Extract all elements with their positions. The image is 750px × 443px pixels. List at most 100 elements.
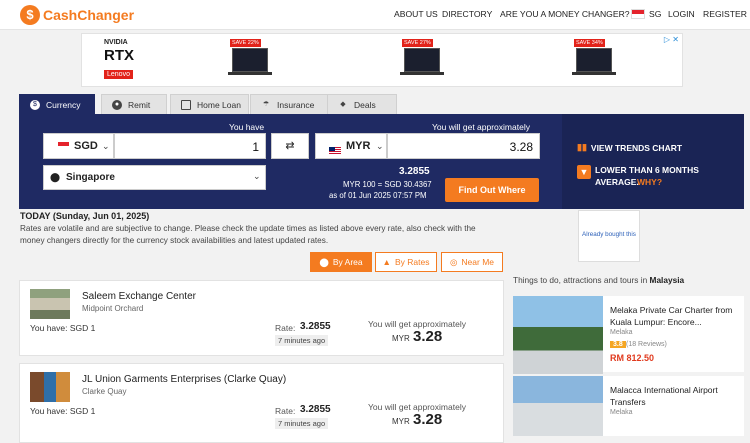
get-amount: 3.28 xyxy=(413,411,443,428)
nav-login[interactable]: LOGIN xyxy=(668,9,695,19)
tab-label: Remit xyxy=(128,99,151,110)
sort-label: Near Me xyxy=(461,257,494,267)
to-amount-value: 3.28 xyxy=(509,140,533,154)
tour-card[interactable]: Melaka Private Car Charter from Kuala Lu… xyxy=(513,296,744,374)
thumbs-down-icon: ▼ xyxy=(577,165,591,179)
tab-label: Insurance xyxy=(277,99,315,110)
singapore-flag-icon[interactable] xyxy=(631,9,645,19)
tab-label: Currency xyxy=(46,99,81,110)
location-pin-icon: ⬤ xyxy=(50,172,61,182)
tour-location: Melaka xyxy=(610,329,633,336)
chevron-down-icon: ⌄ xyxy=(253,171,261,181)
thumbs-up-icon: ▲ xyxy=(382,257,391,267)
why-link[interactable]: WHY? xyxy=(637,177,662,187)
rates-disclaimer: Rates are volatile and are subjective to… xyxy=(20,224,476,245)
chevron-down-icon: ⌄ xyxy=(376,141,384,151)
changer-name[interactable]: JL Union Garments Enterprises (Clarke Qu… xyxy=(82,374,286,385)
tab-currency[interactable]: $ Currency xyxy=(19,94,95,114)
rate-date: as of 01 Jun 2025 07:57 PM xyxy=(329,191,427,200)
ad-rtx-label: RTX xyxy=(104,47,134,64)
find-out-where-button[interactable]: Find Out Where xyxy=(445,178,539,202)
sort-near-me-button[interactable]: ◎ Near Me xyxy=(441,252,503,272)
changer-location: Midpoint Orchard xyxy=(82,304,144,313)
tour-title[interactable]: Melaka Private Car Charter from Kuala Lu… xyxy=(610,304,738,328)
tab-remit[interactable]: ● Remit xyxy=(101,94,167,114)
tab-home-loan[interactable]: Home Loan xyxy=(170,94,249,114)
exchange-rate: 3.2855 xyxy=(399,166,430,177)
logo-text: CashChanger xyxy=(43,7,135,23)
to-currency-code: MYR xyxy=(346,140,371,152)
nav-country-sg[interactable]: SG xyxy=(649,9,661,19)
shop-photo xyxy=(30,372,70,402)
ad-lenovo-logo: Lenovo xyxy=(104,70,133,79)
rate-detail: MYR 100 = SGD 30.4367 xyxy=(343,180,432,189)
things-prefix: Things to do, attractions and tours in xyxy=(513,275,648,285)
you-get-label: You will get approximately xyxy=(432,122,530,132)
tour-title[interactable]: Malacca International Airport Transfers xyxy=(610,384,738,408)
from-amount-value: 1 xyxy=(252,140,259,154)
view-trends-label: VIEW TRENDS CHART xyxy=(590,142,683,153)
tour-price: RM 812.50 xyxy=(610,353,655,363)
already-bought-link[interactable]: Already bought this xyxy=(582,231,636,238)
things-place: Malaysia xyxy=(649,275,685,285)
lower-than-average-text: LOWER THAN 6 MONTHS xyxy=(595,165,699,175)
tour-card[interactable]: Malacca International Airport Transfers … xyxy=(513,376,744,436)
site-header: $ CashChanger ABOUT US DIRECTORY ARE YOU… xyxy=(0,0,750,30)
view-trends-chart-link[interactable]: ▮▮ VIEW TRENDS CHART xyxy=(577,142,682,153)
ad-choices-close-icon[interactable]: ▷ ✕ xyxy=(664,35,679,44)
tab-deals[interactable]: ◆ Deals xyxy=(327,94,397,114)
rate-value: 3.2855 xyxy=(300,404,331,415)
chevron-down-icon: ⌄ xyxy=(102,141,110,151)
crosshair-icon: ◎ xyxy=(449,256,458,267)
tour-score-badge: 3.8 xyxy=(610,341,626,348)
you-have-label: You have xyxy=(229,122,265,132)
rate-value: 3.2855 xyxy=(300,321,331,332)
you-have-text: You have: SGD 1 xyxy=(30,323,96,333)
advertisement-banner[interactable]: NVIDIA RTX Lenovo SAVE 22% SAVE 27% SAVE… xyxy=(81,33,683,87)
logo[interactable]: $ CashChanger xyxy=(20,5,134,25)
nav-register[interactable]: REGISTER xyxy=(703,9,747,19)
singapore-flag-icon xyxy=(58,142,69,150)
tour-photo xyxy=(513,296,603,374)
logo-coin-icon: $ xyxy=(20,5,40,25)
tab-label: Home Loan xyxy=(197,99,241,110)
nav-about-us[interactable]: ABOUT US xyxy=(394,9,438,19)
nav-directory[interactable]: DIRECTORY xyxy=(442,9,492,19)
sort-label: By Rates xyxy=(394,257,430,267)
sort-by-area-button[interactable]: ⬤ By Area xyxy=(310,252,372,272)
rate-label: Rate: xyxy=(275,323,296,333)
ad-save-badge: SAVE 34% xyxy=(574,39,605,47)
from-currency-code: SGD xyxy=(74,140,98,152)
ad-nvidia-label: NVIDIA xyxy=(104,39,128,46)
sort-by-rates-button[interactable]: ▲ By Rates xyxy=(375,252,437,272)
from-amount-input[interactable]: 1 xyxy=(114,133,266,159)
swap-currency-button[interactable]: ⇄ xyxy=(271,133,309,159)
money-changer-card[interactable]: Saleem Exchange Center Midpoint Orchard … xyxy=(19,280,504,356)
location-select[interactable]: ⬤ Singapore ⌄ xyxy=(43,165,266,190)
ad-laptop-image[interactable]: SAVE 22% xyxy=(228,39,272,79)
ad-save-badge: SAVE 22% xyxy=(230,39,261,47)
ad-laptop-image[interactable]: SAVE 27% xyxy=(400,39,444,79)
dollar-icon: $ xyxy=(30,99,40,110)
affiliate-widget[interactable]: Already bought this xyxy=(578,210,640,262)
things-to-do-heading: Things to do, attractions and tours in M… xyxy=(513,275,684,285)
house-icon xyxy=(181,99,191,110)
to-currency-select[interactable]: MYR ⌄ xyxy=(315,133,387,159)
changer-name[interactable]: Saleem Exchange Center xyxy=(82,291,196,302)
bar-chart-icon: ▮▮ xyxy=(577,142,587,152)
updated-badge: 7 minutes ago xyxy=(275,335,329,346)
get-currency: MYR xyxy=(392,417,410,426)
from-currency-select[interactable]: SGD ⌄ xyxy=(43,133,114,159)
you-have-text: You have: SGD 1 xyxy=(30,406,96,416)
umbrella-icon: ☂ xyxy=(262,100,270,108)
to-amount-input[interactable]: 3.28 xyxy=(387,133,540,159)
tour-photo xyxy=(513,376,603,436)
location-pin-icon: ⬤ xyxy=(319,256,329,267)
ad-laptop-image[interactable]: SAVE 34% xyxy=(572,39,616,79)
get-currency: MYR xyxy=(392,334,410,343)
average-text: AVERAGE. xyxy=(595,177,639,187)
nav-money-changer[interactable]: ARE YOU A MONEY CHANGER? xyxy=(500,9,630,19)
tab-insurance[interactable]: ☂ Insurance xyxy=(250,94,328,114)
money-changer-card[interactable]: JL Union Garments Enterprises (Clarke Qu… xyxy=(19,363,504,443)
tab-label: Deals xyxy=(354,99,376,110)
